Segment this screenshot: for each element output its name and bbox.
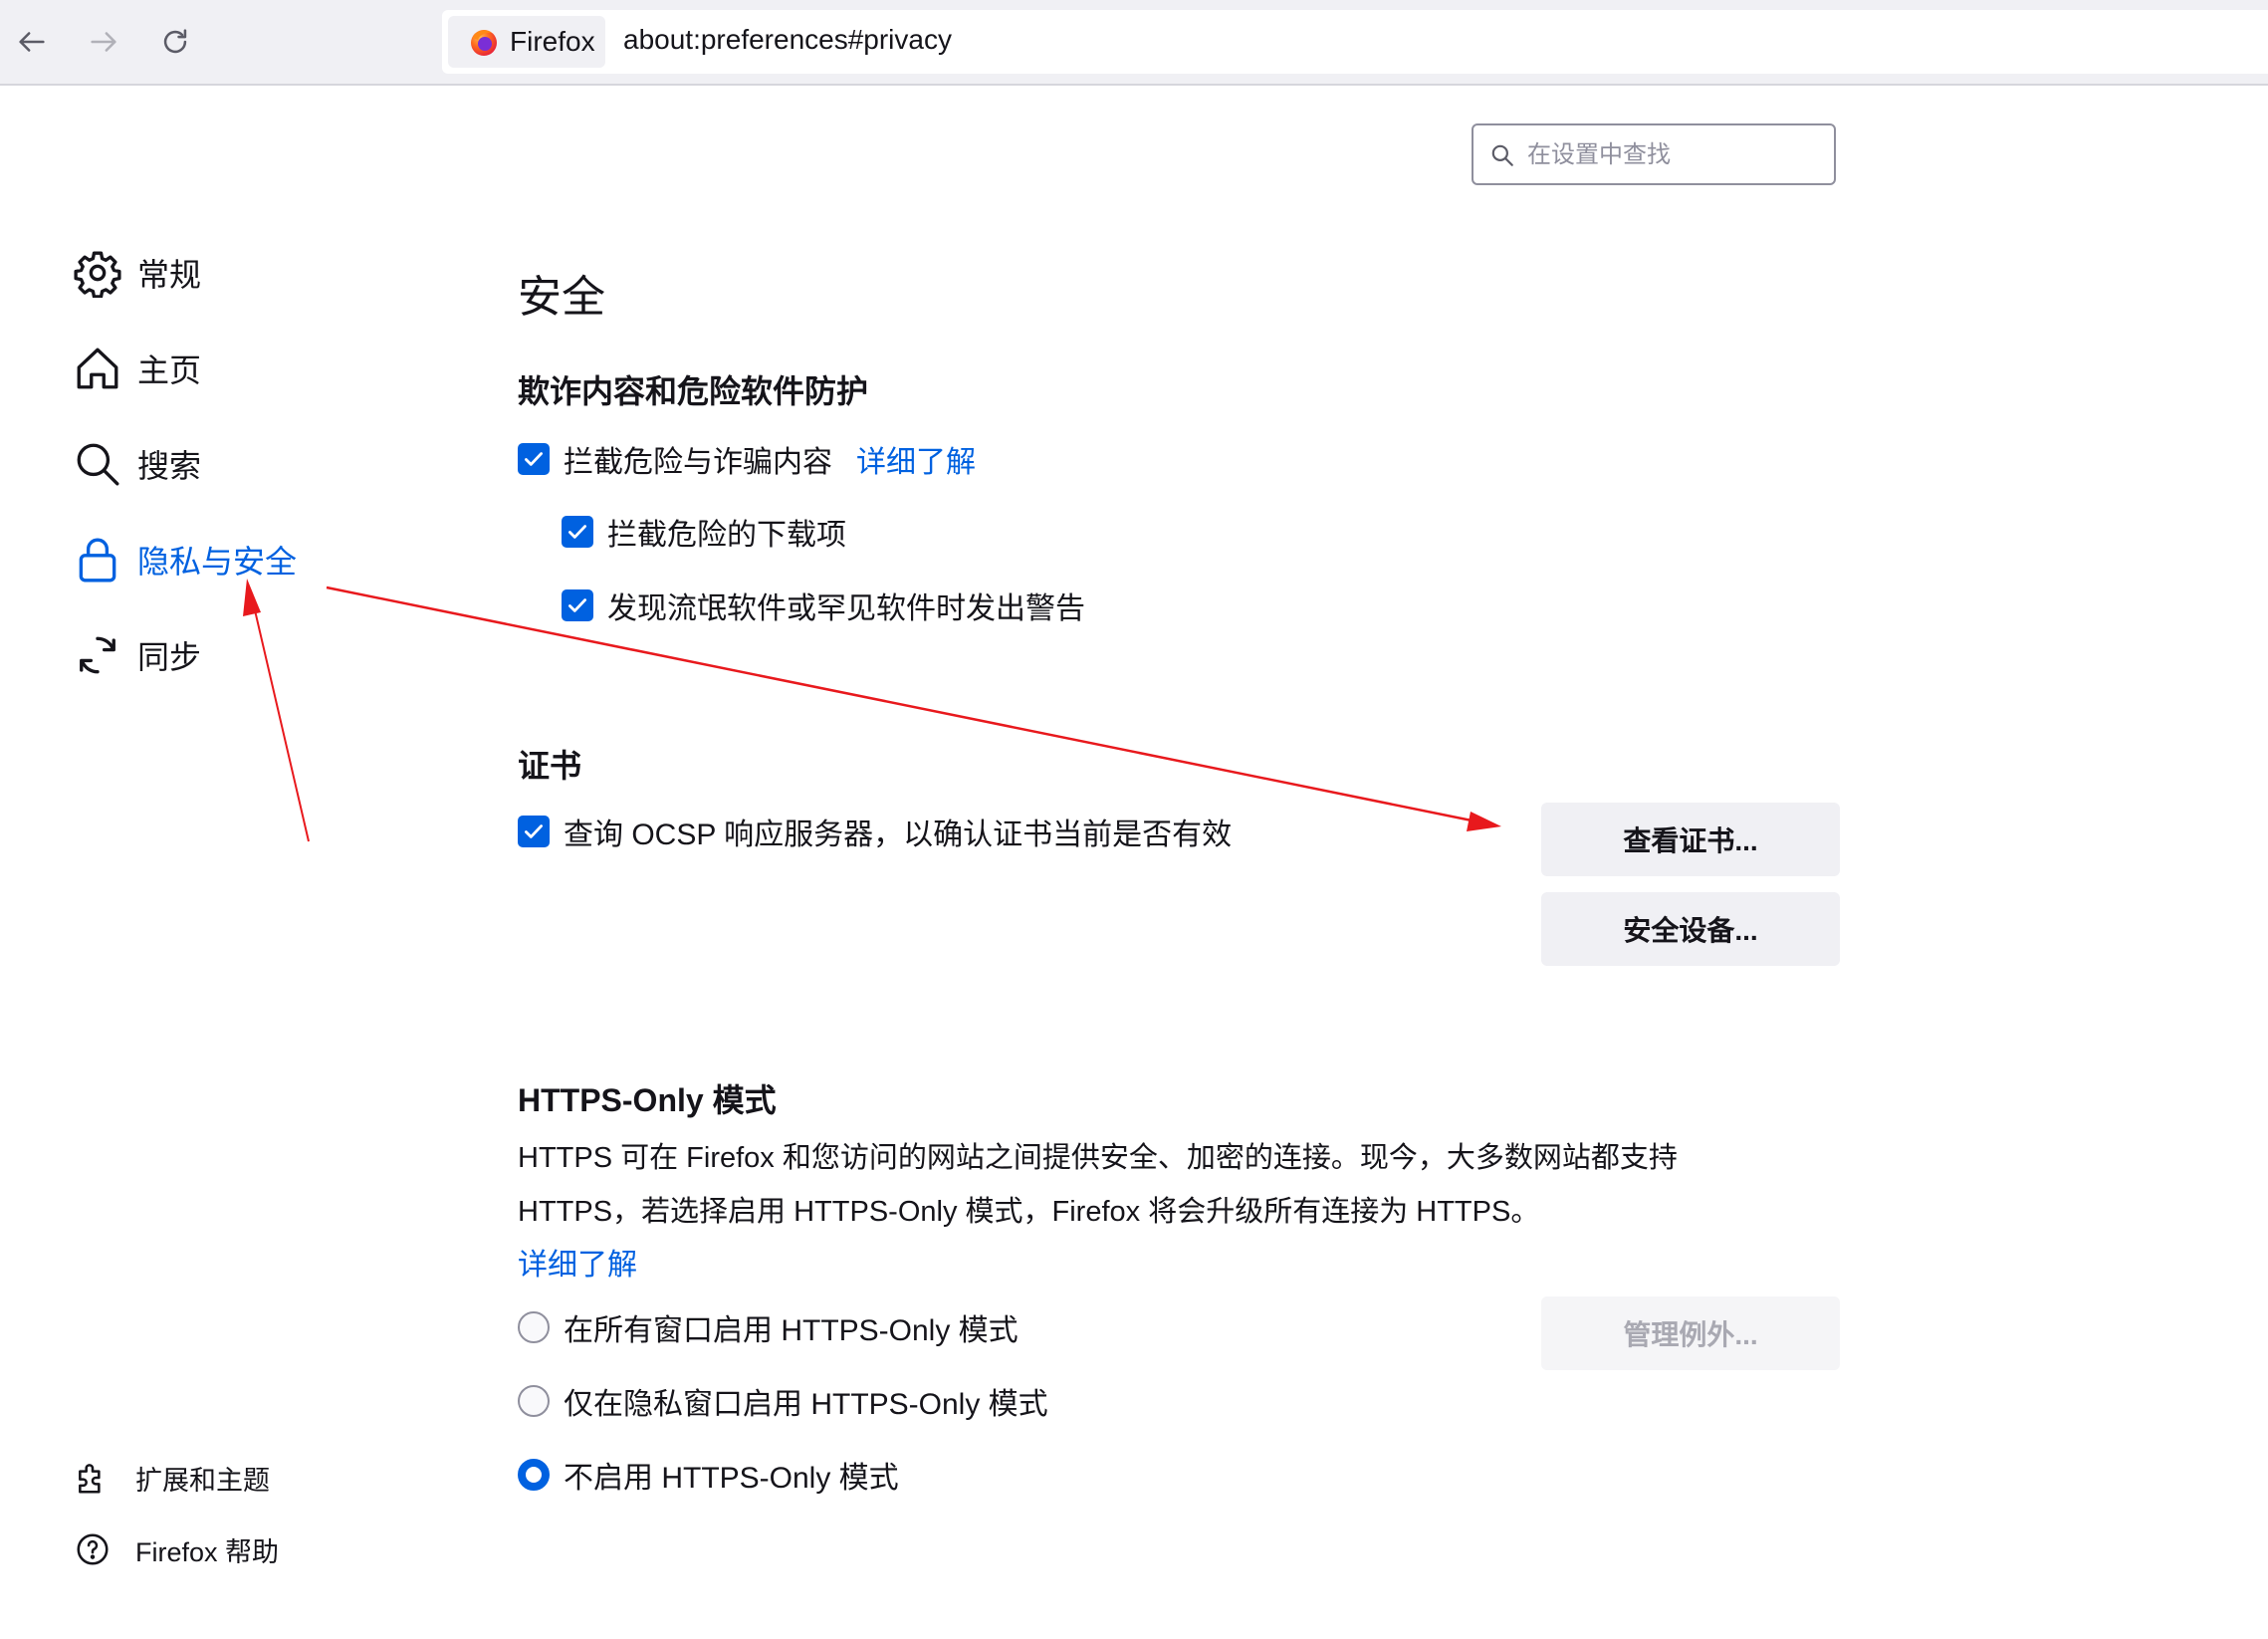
sidebar-item-sync[interactable]: 同步 <box>70 625 201 685</box>
identity-label: Firefox <box>510 26 595 57</box>
sidebar-item-label: 主页 <box>137 352 202 388</box>
security-devices-button[interactable]: 安全设备... <box>1541 892 1840 966</box>
reload-icon <box>163 29 187 54</box>
gear-icon <box>70 245 125 301</box>
ocsp-checkbox[interactable] <box>518 816 550 847</box>
block-dangerous-label[interactable]: 拦截危险与诈骗内容 <box>564 437 832 481</box>
browser-toolbar: Firefox about:preferences#privacy <box>0 0 2268 86</box>
identity-box[interactable]: Firefox <box>448 16 605 68</box>
search-icon <box>70 436 125 492</box>
sidebar-item-label: 搜索 <box>137 448 202 484</box>
block-downloads-label[interactable]: 拦截危险的下载项 <box>607 510 846 554</box>
checkmark-icon <box>568 525 586 539</box>
sidebar-item-label: 同步 <box>137 639 202 675</box>
reload-button[interactable] <box>151 18 199 66</box>
https-all-windows-radio[interactable] <box>518 1311 550 1343</box>
home-icon <box>70 341 125 396</box>
sync-icon <box>70 627 125 683</box>
firefox-logo-icon <box>471 30 497 56</box>
sidebar-item-label: 常规 <box>137 257 202 293</box>
sidebar-item-general[interactable]: 常规 <box>70 243 201 303</box>
page-title: 安全 <box>518 273 605 322</box>
settings-search[interactable] <box>1472 123 1836 185</box>
ocsp-label[interactable]: 查询 OCSP 响应服务器，以确认证书当前是否有效 <box>564 810 1232 853</box>
ocsp-row: 查询 OCSP 响应服务器，以确认证书当前是否有效 <box>518 812 1232 851</box>
https-private-windows-label[interactable]: 仅在隐私窗口启用 HTTPS-Only 模式 <box>564 1379 1048 1423</box>
sidebar-help-link[interactable]: Firefox 帮助 <box>74 1527 279 1571</box>
arrow-right-icon <box>91 32 116 52</box>
sidebar-item-home[interactable]: 主页 <box>70 339 201 398</box>
warn-unwanted-label[interactable]: 发现流氓软件或罕见软件时发出警告 <box>607 584 1085 627</box>
checkmark-icon <box>525 824 543 838</box>
learn-more-link[interactable]: 详细了解 <box>856 437 976 481</box>
https-private-windows-row: 仅在隐私窗口启用 HTTPS-Only 模式 <box>518 1381 1048 1421</box>
manage-exceptions-button[interactable]: 管理例外... <box>1541 1296 1840 1370</box>
checkmark-icon <box>525 452 543 466</box>
https-only-description-line: HTTPS 可在 Firefox 和您访问的网站之间提供安全、加密的连接。现今，… <box>518 1142 1678 1174</box>
warn-unwanted-row: 发现流氓软件或罕见软件时发出警告 <box>562 585 1085 625</box>
block-downloads-checkbox[interactable] <box>562 516 593 548</box>
puzzle-icon <box>79 1464 101 1494</box>
arrow-left-icon <box>19 32 45 52</box>
search-icon <box>1491 144 1513 166</box>
help-icon <box>77 1533 109 1565</box>
https-disabled-row: 不启用 HTTPS-Only 模式 <box>518 1455 899 1495</box>
https-only-description: HTTPS 可在 Firefox 和您访问的网站之间提供安全、加密的连接。现今，… <box>518 1131 1832 1292</box>
url-text[interactable]: about:preferences#privacy <box>623 24 952 56</box>
block-dangerous-checkbox[interactable] <box>518 443 550 475</box>
sidebar-item-privacy[interactable]: 隐私与安全 <box>70 530 297 589</box>
sidebar-addons-link[interactable]: 扩展和主题 <box>74 1456 270 1500</box>
certificates-heading: 证书 <box>518 748 582 784</box>
https-only-description-line: HTTPS，若选择启用 HTTPS-Only 模式，Firefox 将会升级所有… <box>518 1196 1540 1228</box>
https-all-windows-row: 在所有窗口启用 HTTPS-Only 模式 <box>518 1307 1019 1347</box>
settings-search-input[interactable] <box>1525 133 1828 177</box>
sidebar-item-label: 隐私与安全 <box>137 544 298 580</box>
https-only-heading: HTTPS-Only 模式 <box>518 1082 777 1118</box>
sidebar-footer-label: 扩展和主题 <box>135 1465 270 1496</box>
sidebar-item-search[interactable]: 搜索 <box>70 434 201 494</box>
fraud-protection-heading: 欺诈内容和危险软件防护 <box>518 373 869 409</box>
https-private-windows-radio[interactable] <box>518 1385 550 1417</box>
url-bar[interactable]: Firefox about:preferences#privacy <box>442 10 2268 74</box>
https-learn-more-link[interactable]: 详细了解 <box>518 1249 637 1282</box>
lock-icon <box>70 532 125 587</box>
warn-unwanted-checkbox[interactable] <box>562 589 593 621</box>
https-disabled-radio[interactable] <box>518 1459 550 1491</box>
view-certificates-button[interactable]: 查看证书... <box>1541 803 1840 876</box>
https-disabled-label[interactable]: 不启用 HTTPS-Only 模式 <box>564 1453 899 1497</box>
back-button[interactable] <box>8 18 56 66</box>
block-dangerous-row: 拦截危险与诈骗内容 详细了解 <box>518 439 976 479</box>
checkmark-icon <box>568 598 586 612</box>
block-downloads-row: 拦截危险的下载项 <box>562 512 846 552</box>
https-all-windows-label[interactable]: 在所有窗口启用 HTTPS-Only 模式 <box>564 1305 1019 1349</box>
annotation-arrow-up <box>251 596 310 842</box>
forward-button[interactable] <box>80 18 127 66</box>
annotation-arrowhead-right <box>1467 812 1501 831</box>
sidebar-footer-label: Firefox 帮助 <box>135 1536 280 1567</box>
